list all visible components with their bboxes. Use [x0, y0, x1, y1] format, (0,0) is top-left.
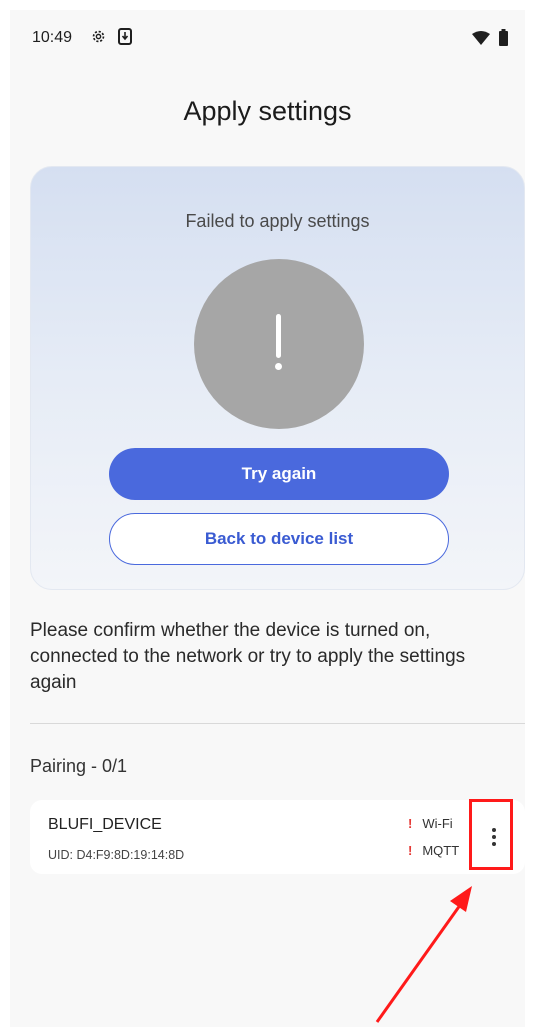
- app-screen: 10:49 Apply settings Failed to apply set…: [10, 10, 525, 1027]
- pointer-arrow: [375, 886, 472, 1023]
